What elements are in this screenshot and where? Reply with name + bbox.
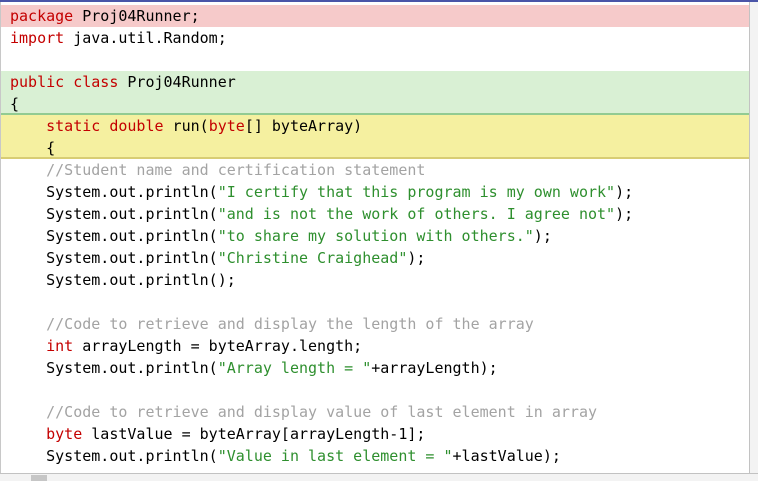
code-token: System.out.println( (10, 183, 218, 201)
code-line: System.out.println("Christine Craighead"… (1, 247, 749, 269)
code-line: System.out.println("I certify that this … (1, 181, 749, 203)
code-line: import java.util.Random; (1, 27, 749, 49)
code-line: //Code to retrieve and display the lengt… (1, 313, 749, 335)
code-token: "Array length = " (217, 359, 372, 377)
code-token: "Value in last element = " (217, 447, 453, 465)
code-token: package (10, 7, 74, 25)
code-token: +lastValue); (452, 447, 561, 465)
code-token: "and is not the work of others. I agree … (217, 205, 616, 223)
code-token: "I certify that this program is my own w… (217, 183, 616, 201)
code-token: System.out.println( (10, 249, 218, 267)
code-token: arrayLength = byteArray.length; (73, 337, 363, 355)
code-token: Proj04Runner; (73, 7, 200, 25)
code-line: System.out.println("Array length = "+arr… (1, 357, 749, 379)
code-token: ); (615, 205, 634, 223)
code-line: System.out.println("to share my solution… (1, 225, 749, 247)
code-line: System.out.println(); (1, 269, 749, 291)
code-token: System.out.println( (10, 227, 218, 245)
code-line: System.out.println("and is not the work … (1, 203, 749, 225)
code-token: double (109, 117, 164, 135)
code-area[interactable]: package Proj04Runner; import java.util.Ra… (1, 2, 749, 473)
code-line: //Code to retrieve and display value of … (1, 401, 749, 423)
code-line: int arrayLength = byteArray.length; (1, 335, 749, 357)
code-token: System.out.println(); (10, 271, 236, 289)
code-token: //Student name and certification stateme… (10, 161, 426, 179)
code-token: ); (615, 183, 634, 201)
code-line: static double run(byte[] byteArray) (1, 115, 749, 137)
horizontal-scrollbar-thumb[interactable] (31, 475, 47, 481)
code-token: +arrayLength); (371, 359, 498, 377)
code-token: java.util.Random; (64, 29, 227, 47)
horizontal-scrollbar[interactable] (0, 473, 758, 481)
code-line: System.out.println("Value in last elemen… (1, 445, 749, 467)
code-line: byte lastValue = byteArray[arrayLength-1… (1, 423, 749, 445)
vertical-scrollbar[interactable] (749, 2, 758, 473)
code-token: { (10, 95, 20, 113)
code-token: byte (46, 425, 83, 443)
code-line: package Proj04Runner; (1, 5, 749, 27)
code-token: class (73, 73, 119, 91)
code-token: //Code to retrieve and display the lengt… (10, 315, 534, 333)
code-token: { (10, 139, 56, 157)
code-token: ); (407, 249, 426, 267)
code-line: //Student name and certification stateme… (1, 159, 749, 181)
code-line: { (1, 93, 749, 115)
code-token: System.out.println( (10, 205, 218, 223)
code-token: System.out.println( (10, 359, 218, 377)
code-token: System.out.println( (10, 447, 218, 465)
code-token: int (46, 337, 74, 355)
code-token: Proj04Runner (118, 73, 236, 91)
code-token: lastValue = byteArray[arrayLength-1]; (82, 425, 426, 443)
code-token: run( (163, 117, 209, 135)
code-token: import (10, 29, 65, 47)
code-token: public (10, 73, 65, 91)
code-token: byte (208, 117, 245, 135)
code-token: static (46, 117, 101, 135)
code-token: "Christine Craighead" (217, 249, 408, 267)
code-editor-window: package Proj04Runner; import java.util.Ra… (0, 0, 758, 481)
code-token: "to share my solution with others." (217, 227, 534, 245)
code-line: public class Proj04Runner (1, 71, 749, 93)
code-token: //Code to retrieve and display value of … (10, 403, 597, 421)
code-token: ); (533, 227, 552, 245)
code-token: [] byteArray) (244, 117, 363, 135)
code-line: { (1, 137, 749, 159)
